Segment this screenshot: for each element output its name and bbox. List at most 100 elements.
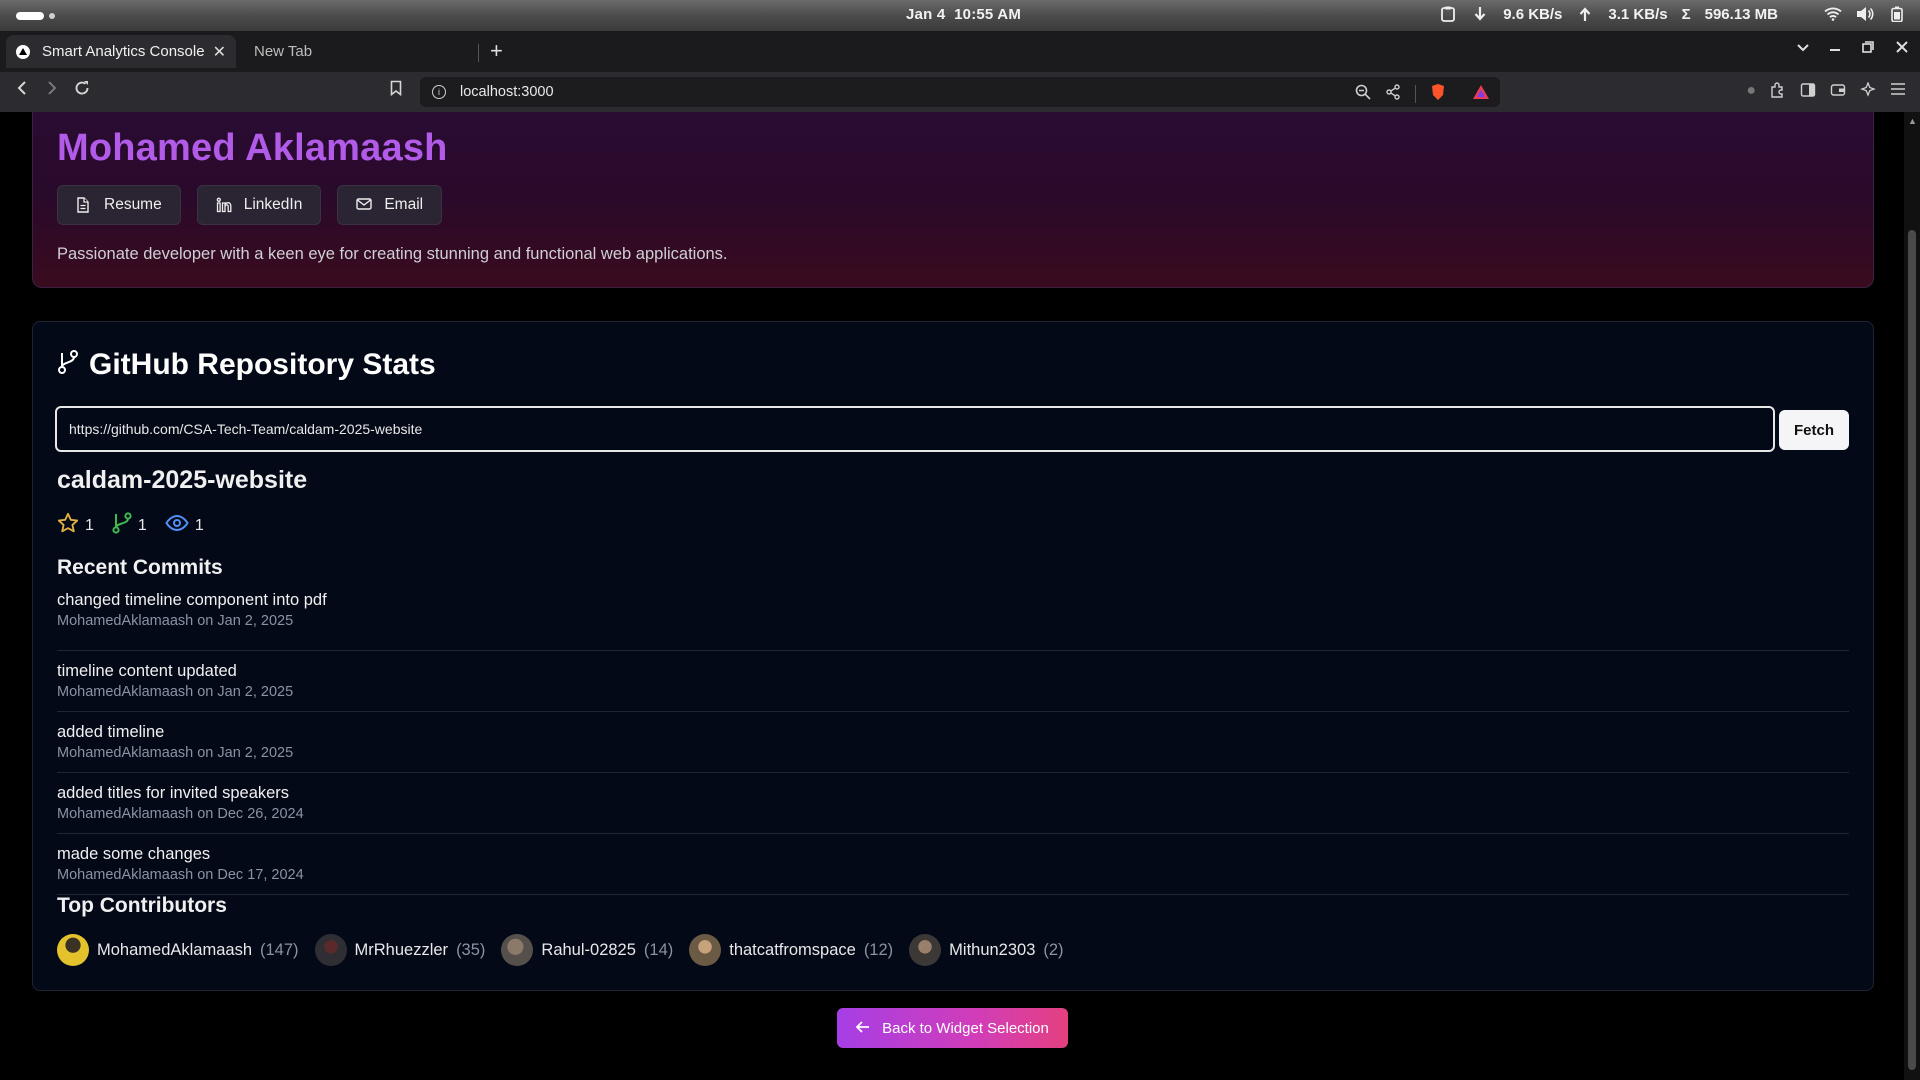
menu-hamburger-icon[interactable] — [1890, 82, 1906, 103]
page-viewport: Mohamed Aklamaash Resume LinkedIn Email — [0, 112, 1904, 1080]
wallet-icon[interactable] — [1830, 82, 1846, 103]
watchers-value: 1 — [194, 516, 204, 534]
extensions-puzzle-icon[interactable] — [1770, 82, 1786, 103]
commit-item: made some changes MohamedAklamaash on De… — [57, 834, 1849, 895]
minimize-window-icon[interactable] — [1829, 40, 1841, 58]
contributor-item[interactable]: Mithun2303 (2) — [909, 934, 1064, 966]
clock-time: 10:55 AM — [954, 6, 1022, 23]
profile-bio: Passionate developer with a keen eye for… — [57, 245, 728, 263]
reload-icon[interactable] — [74, 80, 90, 101]
forks-count: 1 — [112, 512, 147, 539]
avatar — [57, 934, 89, 966]
linkedin-button[interactable]: LinkedIn — [196, 185, 322, 225]
brave-shield-icon[interactable] — [1430, 83, 1446, 105]
commit-message: made some changes — [57, 845, 211, 863]
close-window-icon[interactable] — [1896, 40, 1908, 58]
tab-label: New Tab — [254, 43, 313, 60]
system-tray: 9.6 KB/s 3.1 KB/s Σ 596.13 MB — [1439, 5, 1906, 23]
clock[interactable]: Jan 4 10:55 AM — [906, 6, 1021, 23]
commit-meta: MohamedAklamaash on Dec 26, 2024 — [57, 806, 304, 822]
new-tab-plus-icon[interactable]: + — [490, 38, 503, 64]
repo-name: caldam-2025-website — [57, 466, 308, 494]
commit-item: added titles for invited speakers Mohame… — [57, 773, 1849, 834]
extension-dot-icon[interactable]: ● — [1746, 82, 1756, 103]
profile-card: Mohamed Aklamaash Resume LinkedIn Email — [32, 112, 1874, 288]
os-top-bar: Jan 4 10:55 AM 9.6 KB/s 3.1 KB/s Σ 596.1… — [0, 0, 1920, 31]
commit-meta: MohamedAklamaash on Jan 2, 2025 — [57, 745, 294, 761]
eye-icon — [165, 514, 189, 537]
wifi-icon[interactable] — [1824, 5, 1842, 23]
contributor-count: (12) — [863, 940, 894, 959]
avatar — [689, 934, 722, 966]
resume-label: Resume — [104, 196, 162, 213]
clipboard-icon[interactable] — [1439, 5, 1457, 23]
linkedin-label: LinkedIn — [243, 196, 303, 213]
github-stats-card: GitHub Repository Stats Fetch caldam-202… — [32, 321, 1874, 991]
stars-count: 1 — [57, 512, 94, 539]
address-bar[interactable]: i localhost:3000 — [420, 77, 1500, 107]
zoom-icon[interactable] — [1355, 84, 1371, 104]
avatar — [501, 934, 534, 966]
commit-list: changed timeline component into pdf Moha… — [57, 590, 1849, 895]
scrollbar-thumb[interactable] — [1908, 230, 1916, 1070]
tab-new-tab[interactable]: New Tab — [244, 35, 480, 68]
battery-icon[interactable] — [1888, 5, 1906, 23]
share-icon[interactable] — [1385, 84, 1401, 104]
stats-heading: GitHub Repository Stats — [57, 348, 436, 382]
page-scrollbar[interactable]: ▲ — [1904, 112, 1920, 1080]
download-arrow-icon — [1471, 5, 1489, 23]
volume-icon[interactable] — [1856, 5, 1874, 23]
workspace-indicator[interactable] — [16, 12, 44, 20]
vercel-favicon-icon — [16, 44, 30, 59]
contributor-item[interactable]: MohamedAklamaash (147) — [57, 934, 299, 966]
fork-icon — [112, 512, 132, 539]
workspace-dot[interactable] — [49, 13, 55, 19]
contributor-name: Rahul-02825 — [541, 940, 636, 959]
upload-speed: 3.1 KB/s — [1608, 5, 1668, 23]
tab-smart-analytics-console[interactable]: Smart Analytics Console ✕ — [6, 35, 236, 68]
sigma-icon: Σ — [1681, 5, 1691, 23]
avatar — [314, 934, 347, 966]
download-speed: 9.6 KB/s — [1503, 5, 1563, 23]
resume-button[interactable]: Resume — [57, 185, 181, 225]
repo-url-input[interactable] — [55, 406, 1775, 452]
contributor-item[interactable]: MrRhuezzler (35) — [314, 934, 486, 966]
tab-list-chevron-icon[interactable] — [1796, 40, 1810, 58]
commit-message: timeline content updated — [57, 662, 237, 680]
tab-separator — [478, 44, 479, 62]
scroll-up-arrow-icon[interactable]: ▲ — [1908, 116, 1917, 126]
repo-counts: 1 1 1 — [57, 512, 204, 539]
email-label: Email — [384, 196, 424, 213]
contributor-count: (2) — [1043, 940, 1064, 959]
back-to-widget-selection-button[interactable]: Back to Widget Selection — [837, 1008, 1068, 1048]
watchers-count: 1 — [165, 514, 204, 537]
contributor-count: (147) — [260, 940, 299, 959]
star-icon — [57, 512, 79, 539]
email-button[interactable]: Email — [337, 185, 443, 225]
restore-window-icon[interactable] — [1862, 40, 1874, 58]
commit-message: added titles for invited speakers — [57, 784, 290, 802]
tab-label: Smart Analytics Console — [42, 43, 205, 60]
leo-ai-icon[interactable] — [1860, 81, 1876, 103]
forward-arrow-icon[interactable] — [46, 80, 58, 101]
profile-links: Resume LinkedIn Email — [57, 185, 443, 225]
sidebar-toggle-icon[interactable] — [1800, 82, 1816, 103]
commit-message: changed timeline component into pdf — [57, 591, 327, 609]
close-tab-icon[interactable]: ✕ — [213, 42, 226, 62]
commit-item: timeline content updated MohamedAklamaas… — [57, 651, 1849, 712]
browser-toolbar: i localhost:3000 ● — [0, 72, 1920, 112]
commit-meta: MohamedAklamaash on Jan 2, 2025 — [57, 684, 294, 700]
commit-item: added timeline MohamedAklamaash on Jan 2… — [57, 712, 1849, 773]
brave-rewards-icon[interactable] — [1472, 84, 1490, 104]
back-arrow-icon[interactable] — [16, 80, 28, 101]
contributor-count: (35) — [456, 940, 486, 959]
fetch-button[interactable]: Fetch — [1779, 410, 1849, 450]
site-info-icon[interactable]: i — [432, 85, 446, 99]
contributor-name: MohamedAklamaash — [97, 940, 252, 959]
avatar — [909, 934, 942, 966]
contributor-item[interactable]: thatcatfromspace (12) — [689, 934, 893, 966]
git-branch-icon — [57, 348, 79, 382]
document-icon — [76, 197, 92, 213]
bookmark-icon[interactable] — [390, 80, 402, 101]
contributor-item[interactable]: Rahul-02825 (14) — [501, 934, 673, 966]
